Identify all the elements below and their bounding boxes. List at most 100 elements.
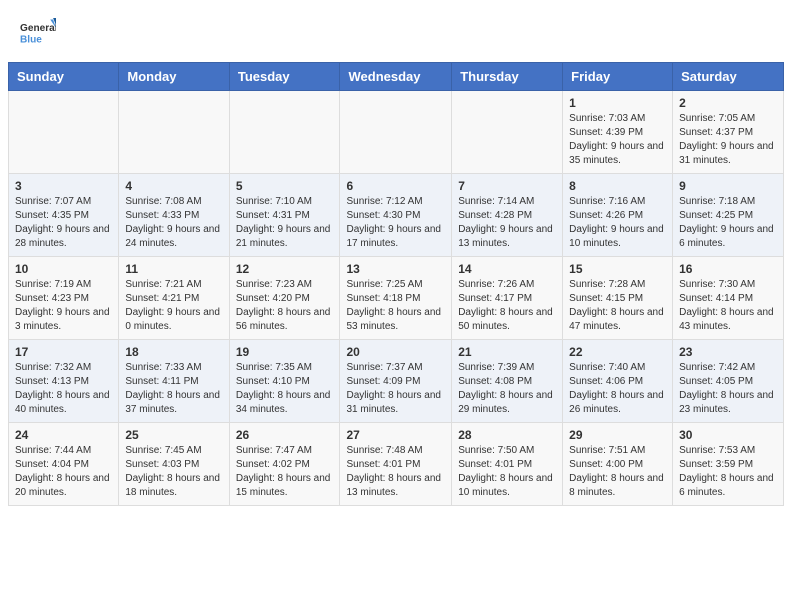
day-number: 16 [679, 262, 777, 276]
day-number: 24 [15, 428, 112, 442]
weekday-header-thursday: Thursday [452, 63, 563, 91]
week-row-4: 17 Sunrise: 7:32 AMSunset: 4:13 PMDayligh… [9, 340, 784, 423]
day-info: Sunrise: 7:12 AMSunset: 4:30 PMDaylight:… [346, 195, 445, 251]
week-row-1: 1 Sunrise: 7:03 AMSunset: 4:39 PMDaylight… [9, 91, 784, 174]
day-number: 6 [346, 179, 445, 193]
day-number: 22 [569, 345, 666, 359]
svg-text:Blue: Blue [20, 34, 42, 45]
day-info: Sunrise: 7:07 AMSunset: 4:35 PMDaylight:… [15, 195, 112, 251]
day-cell [229, 91, 340, 174]
day-info: Sunrise: 7:47 AMSunset: 4:02 PMDaylight:… [236, 444, 334, 500]
day-cell: 3 Sunrise: 7:07 AMSunset: 4:35 PMDaylight… [9, 174, 119, 257]
day-info: Sunrise: 7:32 AMSunset: 4:13 PMDaylight:… [15, 361, 112, 417]
svg-text:General: General [20, 23, 56, 34]
day-number: 14 [458, 262, 556, 276]
day-cell: 12Sunrise: 7:23 AMSunset: 4:20 PMDayligh… [229, 257, 340, 340]
day-number: 30 [679, 428, 777, 442]
day-info: Sunrise: 7:33 AMSunset: 4:11 PMDaylight:… [125, 361, 222, 417]
day-number: 21 [458, 345, 556, 359]
day-cell [452, 91, 563, 174]
day-cell [340, 91, 452, 174]
day-cell: 27Sunrise: 7:48 AMSunset: 4:01 PMDayligh… [340, 423, 452, 506]
day-info: Sunrise: 7:39 AMSunset: 4:08 PMDaylight:… [458, 361, 556, 417]
day-cell: 29 Sunrise: 7:51 AMSunset: 4:00 PMDayligh… [563, 423, 673, 506]
day-number: 28 [458, 428, 556, 442]
day-info: Sunrise: 7:30 AMSunset: 4:14 PMDaylight:… [679, 278, 777, 334]
day-info: Sunrise: 7:19 AMSunset: 4:23 PMDaylight:… [15, 278, 112, 334]
day-cell [9, 91, 119, 174]
day-info: Sunrise: 7:18 AMSunset: 4:25 PMDaylight:… [679, 195, 777, 251]
day-info: Sunrise: 7:26 AMSunset: 4:17 PMDaylight:… [458, 278, 556, 334]
day-cell: 6 Sunrise: 7:12 AMSunset: 4:30 PMDaylight… [340, 174, 452, 257]
weekday-header-wednesday: Wednesday [340, 63, 452, 91]
day-cell: 26Sunrise: 7:47 AMSunset: 4:02 PMDayligh… [229, 423, 340, 506]
day-number: 25 [125, 428, 222, 442]
day-cell: 23Sunrise: 7:42 AMSunset: 4:05 PMDayligh… [673, 340, 784, 423]
day-cell: 24 Sunrise: 7:44 AMSunset: 4:04 PMDayligh… [9, 423, 119, 506]
day-info: Sunrise: 7:05 AMSunset: 4:37 PMDaylight:… [679, 112, 777, 168]
day-cell [119, 91, 229, 174]
day-cell: 2Sunrise: 7:05 AMSunset: 4:37 PMDaylight… [673, 91, 784, 174]
day-info: Sunrise: 7:14 AMSunset: 4:28 PMDaylight:… [458, 195, 556, 251]
day-info: Sunrise: 7:08 AMSunset: 4:33 PMDaylight:… [125, 195, 222, 251]
day-info: Sunrise: 7:35 AMSunset: 4:10 PMDaylight:… [236, 361, 334, 417]
day-number: 8 [569, 179, 666, 193]
day-cell: 13 Sunrise: 7:25 AMSunset: 4:18 PMDayligh… [340, 257, 452, 340]
day-cell: 22Sunrise: 7:40 AMSunset: 4:06 PMDayligh… [563, 340, 673, 423]
day-cell: 7 Sunrise: 7:14 AMSunset: 4:28 PMDaylight… [452, 174, 563, 257]
week-row-5: 24 Sunrise: 7:44 AMSunset: 4:04 PMDayligh… [9, 423, 784, 506]
day-info: Sunrise: 7:28 AMSunset: 4:15 PMDaylight:… [569, 278, 666, 334]
day-cell: 18 Sunrise: 7:33 AMSunset: 4:11 PMDayligh… [119, 340, 229, 423]
weekday-header-sunday: Sunday [9, 63, 119, 91]
day-info: Sunrise: 7:21 AMSunset: 4:21 PMDaylight:… [125, 278, 222, 334]
day-cell: 8Sunrise: 7:16 AMSunset: 4:26 PMDaylight… [563, 174, 673, 257]
day-number: 17 [15, 345, 112, 359]
day-number: 12 [236, 262, 334, 276]
day-cell: 16 Sunrise: 7:30 AMSunset: 4:14 PMDayligh… [673, 257, 784, 340]
header: General Blue [0, 0, 792, 62]
day-cell: 15 Sunrise: 7:28 AMSunset: 4:15 PMDayligh… [563, 257, 673, 340]
day-info: Sunrise: 7:51 AMSunset: 4:00 PMDaylight:… [569, 444, 666, 500]
day-cell: 10 Sunrise: 7:19 AMSunset: 4:23 PMDayligh… [9, 257, 119, 340]
day-info: Sunrise: 7:45 AMSunset: 4:03 PMDaylight:… [125, 444, 222, 500]
day-info: Sunrise: 7:37 AMSunset: 4:09 PMDaylight:… [346, 361, 445, 417]
day-cell: 19 Sunrise: 7:35 AMSunset: 4:10 PMDayligh… [229, 340, 340, 423]
day-cell: 25 Sunrise: 7:45 AMSunset: 4:03 PMDayligh… [119, 423, 229, 506]
day-number: 7 [458, 179, 556, 193]
day-number: 11 [125, 262, 222, 276]
day-info: Sunrise: 7:25 AMSunset: 4:18 PMDaylight:… [346, 278, 445, 334]
day-number: 1 [569, 96, 666, 110]
day-number: 15 [569, 262, 666, 276]
day-cell: 20Sunrise: 7:37 AMSunset: 4:09 PMDayligh… [340, 340, 452, 423]
logo-svg: General Blue [20, 18, 56, 54]
day-number: 19 [236, 345, 334, 359]
calendar-wrapper: SundayMondayTuesdayWednesdayThursdayFrid… [0, 62, 792, 514]
day-number: 29 [569, 428, 666, 442]
logo: General Blue [20, 18, 56, 54]
day-cell: 17 Sunrise: 7:32 AMSunset: 4:13 PMDayligh… [9, 340, 119, 423]
day-info: Sunrise: 7:03 AMSunset: 4:39 PMDaylight:… [569, 112, 666, 168]
day-number: 9 [679, 179, 777, 193]
day-number: 23 [679, 345, 777, 359]
logo-container: General Blue [20, 18, 56, 54]
day-number: 3 [15, 179, 112, 193]
week-row-3: 10 Sunrise: 7:19 AMSunset: 4:23 PMDayligh… [9, 257, 784, 340]
week-row-2: 3 Sunrise: 7:07 AMSunset: 4:35 PMDaylight… [9, 174, 784, 257]
day-cell: 4Sunrise: 7:08 AMSunset: 4:33 PMDaylight… [119, 174, 229, 257]
day-cell: 9 Sunrise: 7:18 AMSunset: 4:25 PMDaylight… [673, 174, 784, 257]
day-cell: 14 Sunrise: 7:26 AMSunset: 4:17 PMDayligh… [452, 257, 563, 340]
weekday-header-tuesday: Tuesday [229, 63, 340, 91]
day-info: Sunrise: 7:44 AMSunset: 4:04 PMDaylight:… [15, 444, 112, 500]
day-cell: 30 Sunrise: 7:53 AMSunset: 3:59 PMDayligh… [673, 423, 784, 506]
day-cell: 28Sunrise: 7:50 AMSunset: 4:01 PMDayligh… [452, 423, 563, 506]
day-number: 13 [346, 262, 445, 276]
calendar-table: SundayMondayTuesdayWednesdayThursdayFrid… [8, 62, 784, 506]
day-info: Sunrise: 7:53 AMSunset: 3:59 PMDaylight:… [679, 444, 777, 500]
weekday-header-monday: Monday [119, 63, 229, 91]
day-number: 18 [125, 345, 222, 359]
calendar-header: SundayMondayTuesdayWednesdayThursdayFrid… [9, 63, 784, 91]
weekday-row: SundayMondayTuesdayWednesdayThursdayFrid… [9, 63, 784, 91]
weekday-header-friday: Friday [563, 63, 673, 91]
day-number: 10 [15, 262, 112, 276]
calendar-body: 1 Sunrise: 7:03 AMSunset: 4:39 PMDaylight… [9, 91, 784, 506]
